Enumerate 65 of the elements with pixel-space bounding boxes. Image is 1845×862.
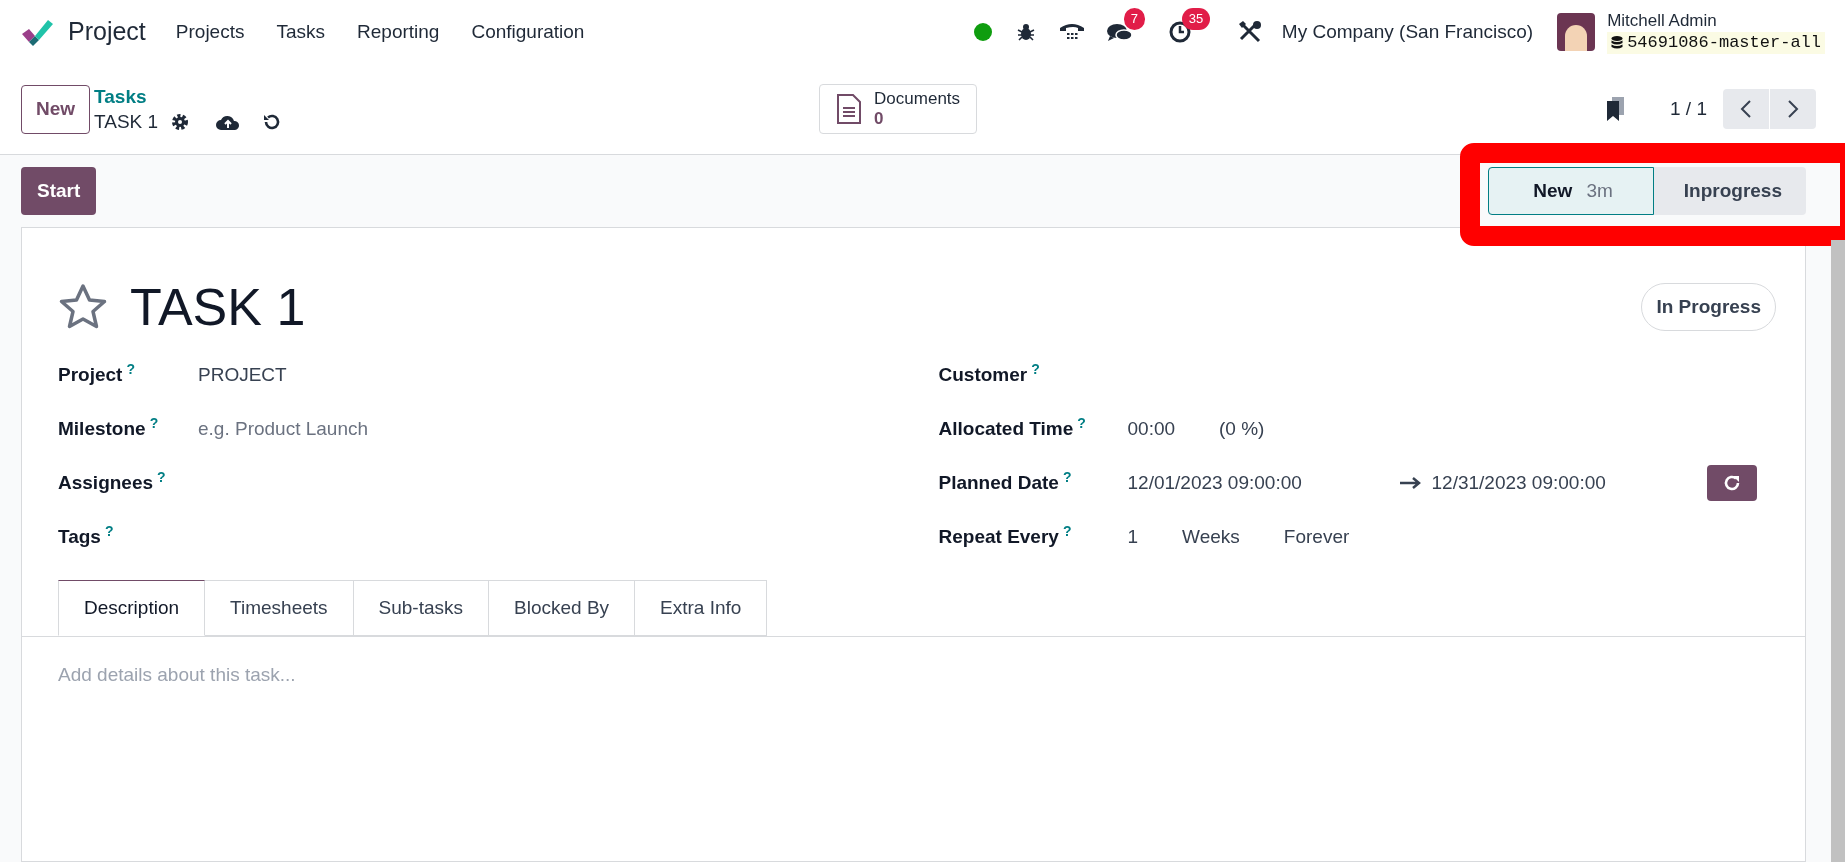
stage-button[interactable]: Inprogress <box>1653 167 1806 215</box>
help-tooltip-mark[interactable]: ? <box>149 414 159 431</box>
form-tab[interactable]: Extra Info <box>635 580 768 636</box>
field-value[interactable]: 00:00 <box>1127 414 1176 444</box>
chevron-left-icon <box>1740 99 1752 119</box>
database-icon <box>1611 36 1624 50</box>
app-name[interactable]: Project <box>68 13 146 51</box>
database-name: 54691086-master-all <box>1607 32 1825 54</box>
field-label: Milestone <box>58 417 146 439</box>
form-tab[interactable]: Description <box>58 580 206 636</box>
form-tab[interactable]: Timesheets <box>205 580 354 636</box>
documents-button[interactable]: Documents 0 <box>819 84 978 134</box>
menu-item[interactable]: Configuration <box>471 17 585 47</box>
field-label: Tags <box>58 525 101 547</box>
input-field[interactable]: e.g. Product Launch <box>198 414 369 444</box>
recurrence-button[interactable] <box>1707 465 1757 501</box>
bug-icon[interactable] <box>1015 22 1036 42</box>
previous-button[interactable] <box>1723 89 1769 129</box>
help-tooltip-mark[interactable]: ? <box>104 522 114 539</box>
notification-badge: 35 <box>1181 8 1211 30</box>
date-field[interactable]: 12/31/2023 09:00:00 <box>1431 468 1606 498</box>
document-icon <box>836 93 863 125</box>
chevron-right-icon <box>1787 99 1799 119</box>
help-tooltip-mark[interactable]: ? <box>1077 414 1086 431</box>
help-tooltip-mark[interactable]: ? <box>1062 522 1072 539</box>
tools-icon[interactable] <box>1237 20 1262 44</box>
breadcrumb-link[interactable]: Tasks <box>94 84 283 109</box>
notification-badge: 7 <box>1123 8 1146 30</box>
user-name[interactable]: Mitchell Admin <box>1607 10 1825 32</box>
field-label: Customer <box>938 363 1028 385</box>
field-value[interactable]: Weeks <box>1182 522 1240 552</box>
star-icon[interactable] <box>58 283 108 331</box>
field-label: Project <box>58 363 123 385</box>
menu-item[interactable]: Tasks <box>276 17 326 47</box>
refresh-icon <box>1722 473 1742 493</box>
start-button[interactable]: Start <box>21 167 97 215</box>
help-tooltip-mark[interactable]: ? <box>1031 360 1040 377</box>
menu-item[interactable]: Reporting <box>357 17 440 47</box>
help-tooltip-mark[interactable]: ? <box>126 360 135 377</box>
breadcrumb-current: TASK 1 <box>94 110 159 134</box>
field-label: Repeat Every <box>938 525 1059 547</box>
field-value[interactable]: 1 <box>1127 522 1139 552</box>
stage-button[interactable]: New 3m <box>1488 167 1654 215</box>
settings-icon[interactable] <box>170 111 191 132</box>
field-value[interactable]: Forever <box>1283 522 1350 552</box>
app-logo-icon <box>20 17 54 47</box>
date-field[interactable]: 12/01/2023 09:00:00 <box>1127 468 1400 498</box>
new-button[interactable]: New <box>21 84 91 134</box>
arrow-right-icon <box>1399 477 1422 489</box>
pager-value[interactable]: 1 / 1 <box>1670 94 1707 124</box>
field-label: Planned Date <box>938 471 1059 493</box>
scrollbar-thumb[interactable] <box>1831 240 1845 862</box>
field-label: Allocated Time <box>938 417 1074 439</box>
field-value[interactable]: PROJECT <box>198 360 287 390</box>
help-tooltip-mark[interactable]: ? <box>157 468 166 485</box>
avatar-icon[interactable] <box>1557 13 1596 51</box>
help-tooltip-mark[interactable]: ? <box>1062 468 1072 485</box>
field-value[interactable]: (0 %) <box>1219 414 1265 444</box>
company-switcher[interactable]: My Company (San Francisco) <box>1281 17 1534 47</box>
task-title[interactable]: TASK 1 <box>130 268 306 346</box>
form-tab[interactable]: Sub-tasks <box>353 580 490 636</box>
next-button[interactable] <box>1770 89 1816 129</box>
field-label: Assignees <box>58 471 154 493</box>
form-tab[interactable]: Blocked By <box>489 580 636 636</box>
menu-item[interactable]: Projects <box>175 17 245 47</box>
